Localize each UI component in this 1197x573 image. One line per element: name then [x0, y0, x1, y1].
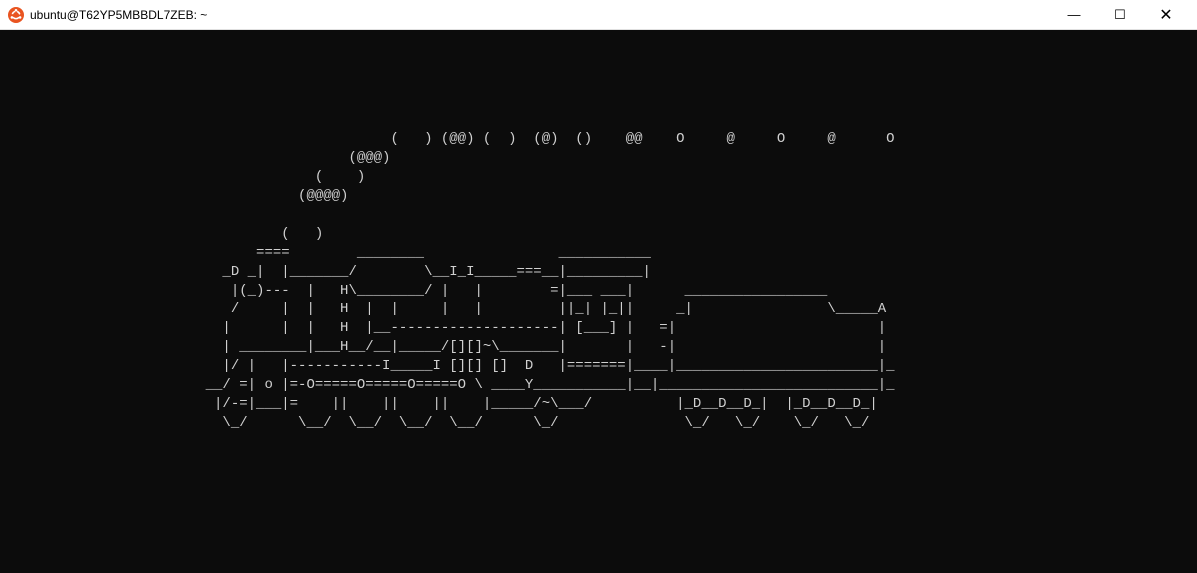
maximize-button[interactable]: ☐ [1097, 0, 1143, 30]
sl-train-ascii: ( ) (@@) ( ) (@) () @@ O @ O @ O (@@@) (… [4, 55, 1193, 433]
terminal-content[interactable]: ( ) (@@) ( ) (@) () @@ O @ O @ O (@@@) (… [0, 30, 1197, 573]
minimize-button[interactable]: — [1051, 0, 1097, 30]
ubuntu-icon [8, 7, 24, 23]
window-title: ubuntu@T62YP5MBBDL7ZEB: ~ [30, 8, 1051, 22]
titlebar: ubuntu@T62YP5MBBDL7ZEB: ~ — ☐ ✕ [0, 0, 1197, 30]
window-controls: — ☐ ✕ [1051, 0, 1189, 29]
close-button[interactable]: ✕ [1143, 0, 1189, 30]
